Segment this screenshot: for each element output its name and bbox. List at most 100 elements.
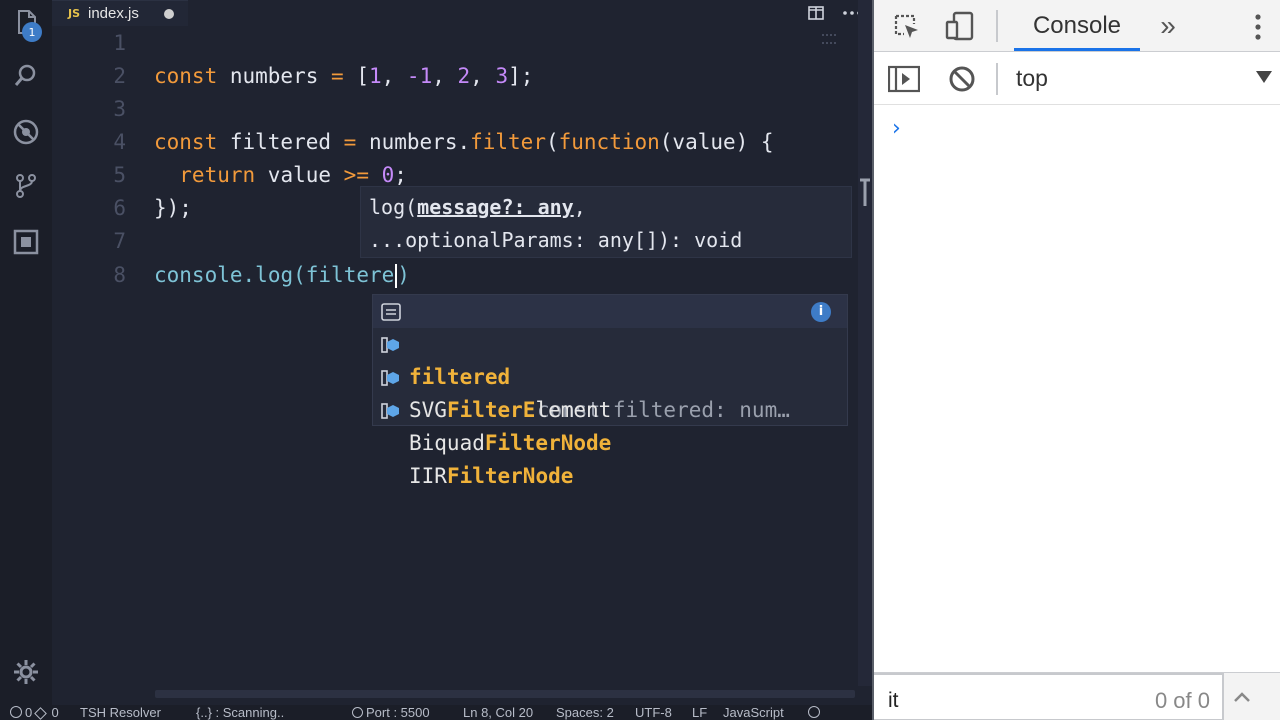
js-file-icon: JS xyxy=(67,7,80,20)
punctuation: ]; xyxy=(508,64,534,88)
split-editor-icon[interactable] xyxy=(806,4,826,22)
code-line-8[interactable]: console.log(filtere) xyxy=(154,259,410,292)
punctuation: ( xyxy=(293,263,306,287)
explorer-badge: 1 xyxy=(22,22,42,42)
identifier: numbers xyxy=(217,64,332,88)
show-sidebar-icon[interactable] xyxy=(888,65,920,93)
suggestion-item[interactable]: IIRFilterNode xyxy=(373,394,847,488)
method-name: filter xyxy=(470,130,546,154)
unsaved-dot-icon[interactable] xyxy=(164,9,174,19)
find-bar: it 0 of 0 xyxy=(874,672,1280,720)
find-input[interactable]: it 0 of 0 xyxy=(874,673,1224,720)
error-count: 0 xyxy=(25,705,33,720)
source-control-icon[interactable] xyxy=(10,170,42,202)
line-number: 3 xyxy=(113,97,126,121)
tab-console[interactable]: Console xyxy=(1014,0,1140,52)
clear-console-icon[interactable] xyxy=(948,65,976,93)
vertical-scrollbar[interactable] xyxy=(858,0,872,686)
class-icon xyxy=(381,337,399,353)
search-icon[interactable] xyxy=(10,60,42,92)
code-line-6[interactable]: }); xyxy=(154,192,192,225)
label-suffix: Node xyxy=(560,431,612,455)
label-prefix: IIR xyxy=(409,464,447,488)
identifier: numbers. xyxy=(356,130,471,154)
keyword-const: const xyxy=(154,64,218,88)
suggestion-item[interactable]: SVGFilterElement xyxy=(373,328,847,422)
toolbar-separator xyxy=(996,63,998,95)
number-literal: 1 xyxy=(368,64,382,88)
identifier: value xyxy=(255,163,344,187)
suggestion-item[interactable]: BiquadFilterNode xyxy=(373,361,847,455)
find-query: it xyxy=(888,689,899,712)
class-icon xyxy=(381,370,399,386)
device-toolbar-icon[interactable] xyxy=(944,10,976,42)
number-literal: -1 xyxy=(406,64,433,88)
punctuation: [ xyxy=(343,64,369,88)
console-prompt-icon[interactable]: › xyxy=(892,116,901,141)
end-of-line[interactable]: LF xyxy=(692,705,707,720)
settings-gear-icon[interactable] xyxy=(10,656,42,688)
devtools-menu-icon[interactable] xyxy=(1248,12,1268,42)
warning-icon xyxy=(33,707,47,720)
signature-line-1: log(message?: any, xyxy=(369,191,851,224)
keyword-const: const xyxy=(154,130,218,154)
punctuation: . xyxy=(242,263,256,287)
problems-status[interactable]: 0 0 xyxy=(10,705,59,720)
number-literal: 0 xyxy=(381,163,395,187)
parameter-hints-popup: log(message?: any, ...optionalParams: an… xyxy=(360,186,852,258)
smiley-circle xyxy=(808,706,820,718)
method-name: log xyxy=(255,263,294,287)
cursor-position[interactable]: Ln 8, Col 20 xyxy=(463,705,533,720)
live-server-port[interactable]: Port : 5500 xyxy=(352,705,430,720)
suggestion-label: BiquadFilterNode xyxy=(409,427,611,460)
notifications-bell-icon[interactable] xyxy=(840,705,866,720)
number-literal: 3 xyxy=(495,64,509,88)
code-line-4[interactable]: const filtered = numbers.filter(function… xyxy=(154,126,774,159)
inspect-element-icon[interactable] xyxy=(892,12,922,42)
port-label: Port : 5500 xyxy=(366,705,430,720)
line-number: 2 xyxy=(113,64,126,88)
broadcast-icon xyxy=(352,707,363,718)
suggestion-widget[interactable]: filtered const filtered: num… i SVGFilte… xyxy=(372,294,848,488)
execution-context-select[interactable]: top xyxy=(1016,65,1048,92)
parameters: (value) { xyxy=(659,130,774,154)
typed-argument: filtere xyxy=(305,263,395,287)
overview-ruler-marker xyxy=(858,178,872,230)
language-mode[interactable]: JavaScript xyxy=(723,705,784,720)
indentation[interactable]: Spaces: 2 xyxy=(556,705,614,720)
signature-text: log( xyxy=(369,195,418,219)
debug-icon[interactable] xyxy=(10,116,42,148)
operator: = xyxy=(331,64,344,88)
more-tabs-icon[interactable]: » xyxy=(1154,10,1182,42)
info-icon[interactable]: i xyxy=(811,302,831,322)
keyword-return: return xyxy=(154,163,256,187)
chevron-down-icon[interactable] xyxy=(1256,71,1272,83)
warning-count: 0 xyxy=(51,705,59,720)
find-previous-icon[interactable] xyxy=(1232,687,1252,707)
suggestion-label: IIRFilterNode xyxy=(409,460,573,493)
activity-bar: 1 xyxy=(0,0,52,705)
punctuation: ) xyxy=(397,263,410,287)
identifier: filtered xyxy=(217,130,344,154)
tab-index-js[interactable]: JS index.js xyxy=(52,0,188,26)
resolver-status[interactable]: TSH Resolver xyxy=(80,705,161,720)
code-line-2[interactable]: const numbers = [1, -1, 2, 3]; xyxy=(154,60,533,93)
operator: = xyxy=(343,130,357,154)
line-number: 4 xyxy=(113,130,126,154)
minimap xyxy=(822,34,836,44)
feedback-smiley-icon[interactable] xyxy=(808,705,823,720)
punctuation: , xyxy=(470,64,496,88)
punctuation: ( xyxy=(545,130,559,154)
horizontal-scrollbar[interactable] xyxy=(155,690,855,698)
line-number: 5 xyxy=(113,163,126,187)
operator: >= xyxy=(343,163,369,187)
class-icon xyxy=(381,403,399,419)
label-suffix: Node xyxy=(522,464,574,488)
variable-icon xyxy=(381,303,401,321)
match-highlight: Filter xyxy=(484,431,561,455)
suggestion-item[interactable]: filtered const filtered: num… i xyxy=(373,295,847,422)
scanning-status[interactable]: {..} : Scanning.. xyxy=(196,705,284,720)
extensions-icon[interactable] xyxy=(10,226,42,258)
encoding[interactable]: UTF-8 xyxy=(635,705,672,720)
